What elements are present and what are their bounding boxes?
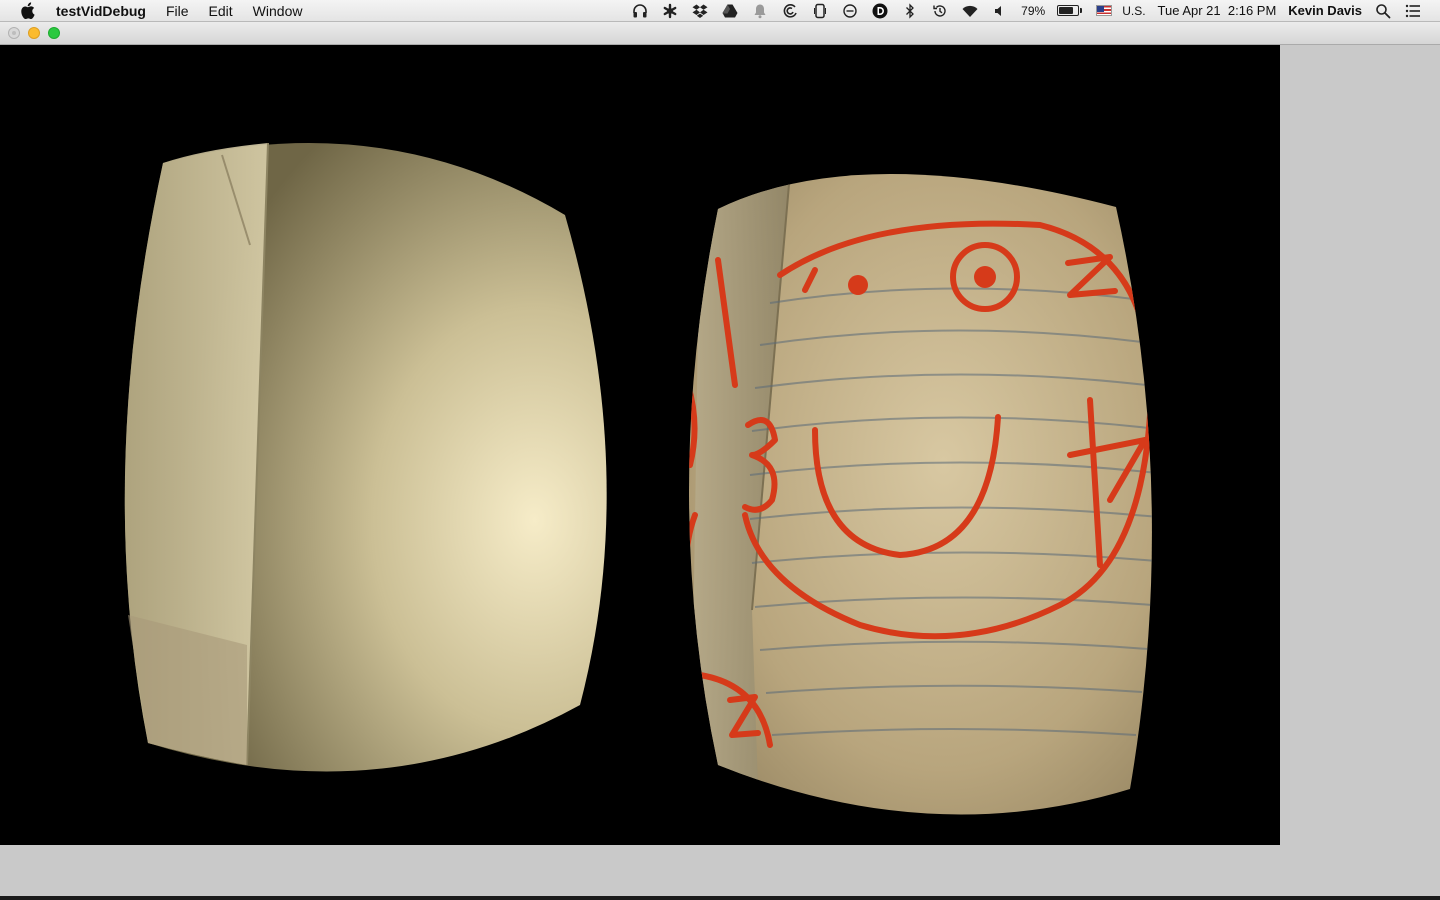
window-title-bar: [0, 22, 1440, 45]
edit-menu[interactable]: Edit: [199, 0, 243, 22]
input-source-label[interactable]: U.S.: [1122, 0, 1145, 22]
window-menu[interactable]: Window: [243, 0, 313, 22]
clock[interactable]: Tue Apr 21 2:16 PM: [1158, 0, 1277, 22]
right-eye-frame: [689, 173, 1152, 815]
asterisk-icon[interactable]: [662, 3, 678, 19]
google-drive-icon[interactable]: [722, 3, 738, 19]
dropbox-icon[interactable]: [692, 3, 708, 19]
stereo-video-viewport[interactable]: [0, 45, 1280, 845]
menu-bar: testVidDebug File Edit Window 79% U.S. T…: [0, 0, 1440, 22]
user-name[interactable]: Kevin Davis: [1288, 0, 1362, 22]
battery-icon[interactable]: [1057, 5, 1083, 16]
time-machine-icon[interactable]: [932, 3, 948, 19]
us-flag-icon[interactable]: [1096, 5, 1113, 16]
bluetooth-icon[interactable]: [902, 2, 918, 19]
file-menu[interactable]: File: [156, 0, 199, 22]
window-zoom-button[interactable]: [48, 27, 60, 39]
left-eye-frame: [124, 142, 607, 772]
window-content: [0, 45, 1440, 900]
notification-center-icon[interactable]: [1405, 3, 1421, 19]
spotlight-search-icon[interactable]: [1375, 3, 1391, 19]
window-close-button[interactable]: [8, 27, 20, 39]
swirl-app-icon[interactable]: [782, 3, 798, 19]
wifi-icon[interactable]: [962, 3, 978, 19]
battery-percent[interactable]: 79%: [1021, 0, 1045, 22]
headphones-icon[interactable]: [632, 3, 648, 19]
notification-bell-icon[interactable]: [752, 3, 768, 19]
app-menu[interactable]: testVidDebug: [52, 0, 156, 22]
phone-icon[interactable]: [812, 3, 828, 19]
apple-menu-icon[interactable]: [16, 0, 38, 22]
d-circle-icon[interactable]: [872, 3, 888, 19]
bottom-edge: [0, 896, 1440, 900]
window-minimize-button[interactable]: [28, 27, 40, 39]
do-not-disturb-icon[interactable]: [842, 3, 858, 19]
volume-icon[interactable]: [992, 3, 1008, 19]
